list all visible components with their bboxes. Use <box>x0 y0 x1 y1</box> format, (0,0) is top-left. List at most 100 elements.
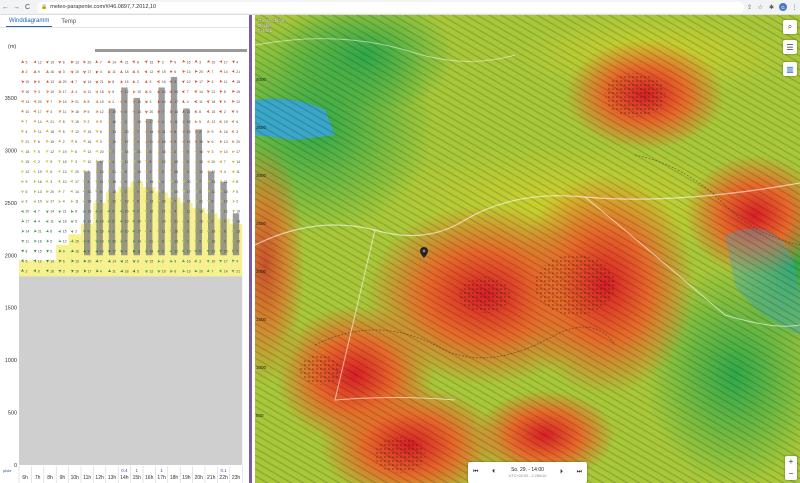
wind-speed-value: 12 <box>125 90 129 94</box>
wind-speed-value: 12 <box>38 60 42 64</box>
wind-speed-value: 10 <box>162 100 166 104</box>
tab-temp[interactable]: Temp <box>58 19 79 27</box>
hour-label[interactable]: 17h <box>157 475 166 481</box>
wind-arrow-icon <box>95 70 99 74</box>
wind-arrow-icon <box>70 89 74 93</box>
hour-label[interactable]: 15h <box>133 475 142 481</box>
time-display[interactable]: So. 29. - 14:00 UTC+02:00 - 2.25h/10 <box>509 467 547 479</box>
map-scale-label: 500 <box>256 413 264 418</box>
tab-winddiagramm[interactable]: Winddiagramm <box>6 18 53 27</box>
wind-speed-value: 11 <box>50 220 54 224</box>
wind-speed-value: 20 <box>26 210 30 214</box>
prev-frame-button[interactable]: ⏴ <box>492 469 495 476</box>
hour-label[interactable]: 18h <box>170 475 179 481</box>
wind-arrow-icon <box>70 149 74 153</box>
wind-speed-value: 11 <box>187 210 191 214</box>
hour-label[interactable]: 11h <box>83 475 91 481</box>
wind-arrow-icon <box>33 239 37 243</box>
wind-arrow-icon <box>206 159 210 164</box>
wind-arrow-icon <box>231 79 235 83</box>
wind-speed-value: 8 <box>137 260 139 264</box>
altitude-label: 1500 <box>5 306 17 312</box>
hour-label[interactable]: 9h <box>60 475 66 481</box>
forward-icon[interactable]: → <box>11 4 22 11</box>
wind-speed-value: 4 <box>174 210 176 214</box>
reload-icon[interactable]: C <box>22 4 33 11</box>
wind-speed-value: 6 <box>224 230 226 234</box>
wind-speed-value: 17 <box>150 120 154 124</box>
extensions-icon[interactable]: ✱ <box>766 4 777 11</box>
profile-avatar[interactable]: G <box>779 3 787 11</box>
hour-label[interactable]: 23h <box>232 475 241 481</box>
wind-speed-value: 17 <box>88 269 92 273</box>
wind-speed-value: 3 <box>212 150 214 154</box>
wind-speed-value: 19 <box>162 269 166 273</box>
wind-speed-value: 11 <box>100 180 104 184</box>
wind-arrow-icon <box>33 209 36 214</box>
wind-arrow-icon <box>20 219 25 223</box>
hour-label[interactable]: 6h <box>22 475 28 481</box>
chart-icon[interactable]: ▥ <box>783 62 797 76</box>
wind-speed-value: 19 <box>212 230 216 234</box>
wind-speed-value: 10 <box>199 170 203 174</box>
wind-arrow-icon <box>20 159 24 163</box>
zoom-out-button[interactable]: − <box>785 468 797 480</box>
wind-speed-value: 3 <box>88 250 90 254</box>
wind-arrow-icon <box>20 90 25 94</box>
first-frame-button[interactable]: ⏮ <box>473 469 478 476</box>
map-area[interactable]: Grenzschicht Decke m MSL 4000 3500 3000 … <box>255 15 800 483</box>
wind-speed-value: 2 <box>162 260 164 264</box>
hour-label[interactable]: 22h <box>219 475 228 481</box>
wind-arrow-icon <box>219 150 223 154</box>
hour-label[interactable]: 8h <box>47 475 53 481</box>
wind-speed-value: 18 <box>224 190 228 194</box>
wind-speed-value: 12 <box>38 260 42 264</box>
altitude-label: 500 <box>8 411 17 417</box>
hour-label[interactable]: 20h <box>195 475 204 481</box>
last-frame-button[interactable]: ⏭ <box>577 469 582 476</box>
next-frame-button[interactable]: ⏵ <box>560 469 563 476</box>
hour-label[interactable]: 14h <box>120 475 129 481</box>
location-pin-icon[interactable] <box>420 247 428 258</box>
zoom-in-button[interactable]: + <box>785 456 797 468</box>
wind-speed-value: 13 <box>187 269 191 273</box>
wind-speed-value: 16 <box>162 80 166 84</box>
wind-arrow-icon <box>20 249 24 253</box>
star-icon[interactable]: ☆ <box>755 4 766 11</box>
wind-speed-value: 18 <box>137 160 141 164</box>
search-icon[interactable]: ⌕ <box>783 20 797 34</box>
wind-speed-value: 5 <box>137 70 139 74</box>
wind-arrow-icon <box>206 90 211 94</box>
back-icon[interactable]: ← <box>0 4 11 11</box>
menu-icon[interactable]: ⋮ <box>789 4 800 11</box>
wind-speed-value: 20 <box>125 130 129 134</box>
wind-arrow-icon <box>33 109 36 114</box>
hour-label[interactable]: 21h <box>207 475 216 481</box>
wind-speed-value: 18 <box>236 80 240 84</box>
terrain-map[interactable] <box>255 15 800 483</box>
hour-label[interactable]: 19h <box>182 475 191 481</box>
hour-label[interactable]: 13h <box>108 475 117 481</box>
wind-arrow-icon <box>207 79 211 84</box>
wind-speed-value: 2 <box>137 80 139 84</box>
sliders-icon[interactable]: ☰ <box>783 40 797 54</box>
wind-arrow-icon <box>58 60 62 64</box>
wind-arrow-icon <box>45 129 49 133</box>
wind-arrow-icon <box>95 99 99 103</box>
wind-speed-value: 19 <box>26 80 30 84</box>
share-icon[interactable]: ⇪ <box>744 4 755 11</box>
wind-speed-value: 15 <box>100 100 104 104</box>
wind-speed-value: 17 <box>224 260 228 264</box>
hour-label[interactable]: 7h <box>35 475 41 481</box>
altitude-label: 2000 <box>5 253 17 259</box>
wind-speed-value: 3 <box>174 80 176 84</box>
hour-label[interactable]: 10h <box>71 475 80 481</box>
wind-speed-value: 15 <box>50 140 54 144</box>
wind-speed-value: 6 <box>38 80 40 84</box>
hour-label[interactable]: 12h <box>95 475 104 481</box>
wind-speed-value: 18 <box>125 70 129 74</box>
wind-speed-value: 17 <box>199 80 203 84</box>
address-bar[interactable]: 🔒 meteo-parapente.com/#/46.0897,7.2012,1… <box>37 1 744 13</box>
hour-label[interactable]: 16h <box>145 475 154 481</box>
wind-speed-value: 16 <box>187 60 191 64</box>
